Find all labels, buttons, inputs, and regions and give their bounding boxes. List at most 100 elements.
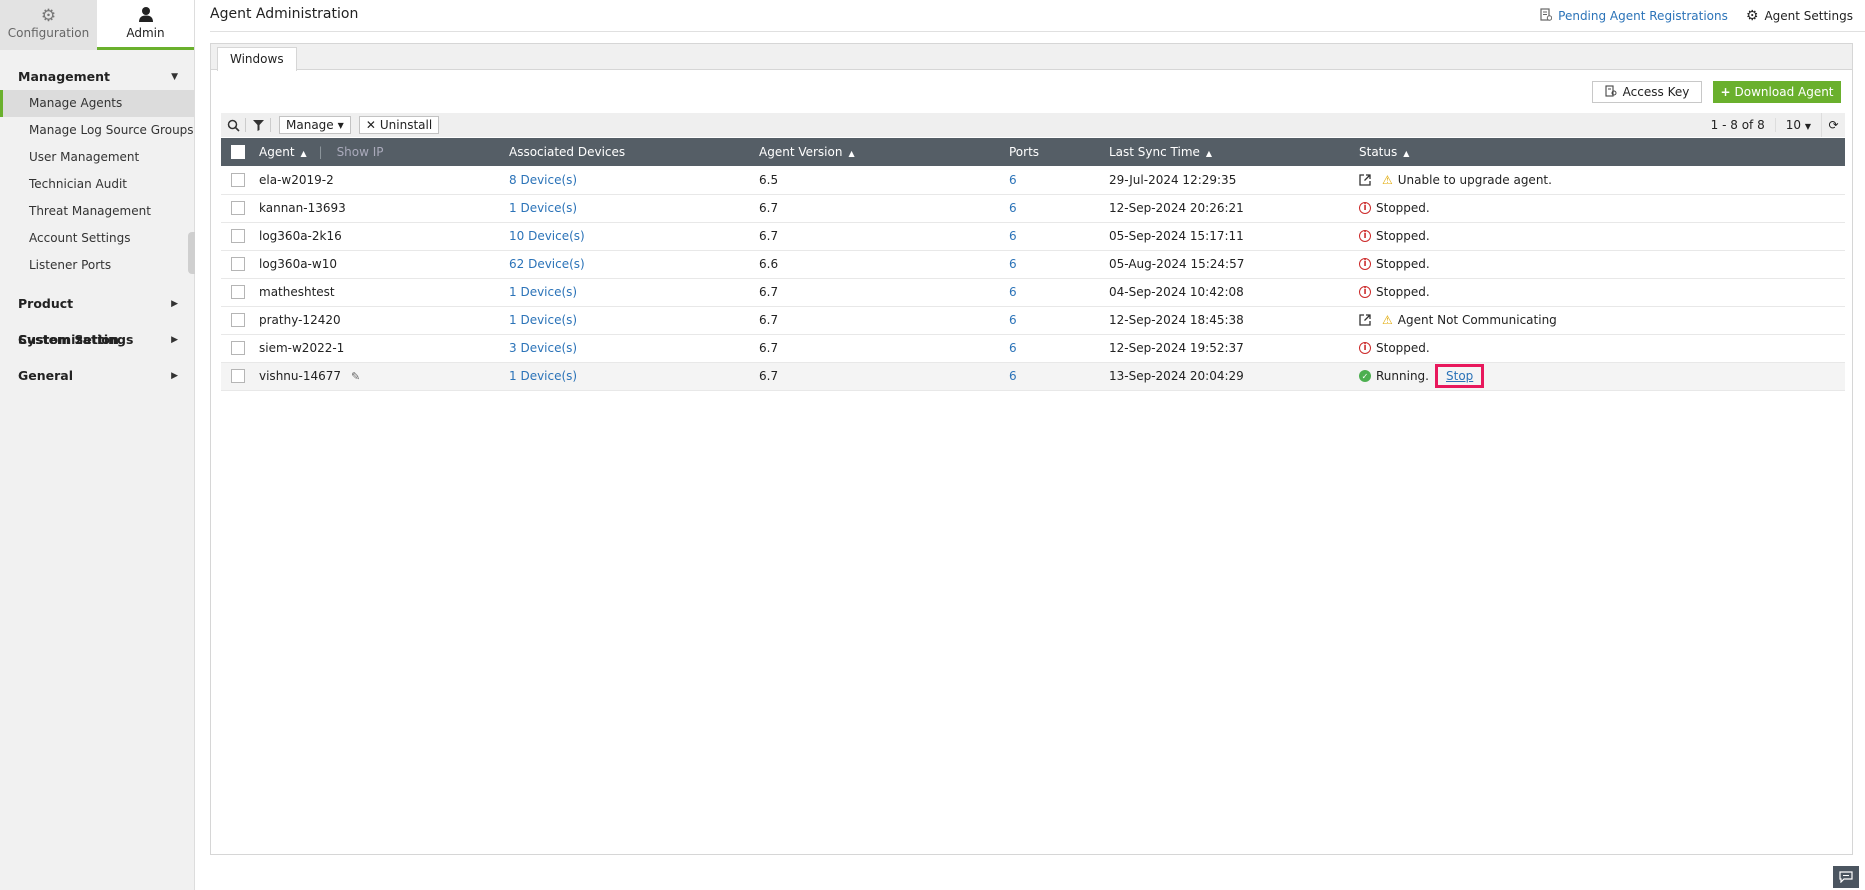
row-checkbox[interactable] — [231, 229, 245, 243]
show-ip-toggle[interactable]: | Show IP — [319, 145, 384, 159]
nav-section-system-settings-label: System Settings — [18, 332, 134, 347]
ports-link[interactable]: 6 — [1009, 201, 1017, 215]
caret-down-icon: ▼ — [337, 120, 344, 130]
edit-pencil-icon[interactable]: ✎ — [351, 370, 360, 383]
search-icon[interactable] — [221, 113, 245, 137]
table-row: log360a-2k16 10 Device(s) 6.7 6 05-Sep-2… — [221, 222, 1845, 250]
associated-devices-link[interactable]: 1 Device(s) — [509, 285, 577, 299]
content-panel: Windows Access Key + Download Agent Mana… — [210, 43, 1853, 855]
sidebar-item-account-settings[interactable]: Account Settings — [0, 225, 194, 252]
check-circle-icon: ✓ — [1359, 370, 1371, 382]
sidebar-item-manage-log-source-groups[interactable]: Manage Log Source Groups — [0, 117, 194, 144]
status-cell: ⚠ Unable to upgrade agent. — [1359, 173, 1845, 187]
row-checkbox[interactable] — [231, 369, 245, 383]
close-icon: ✕ — [365, 118, 376, 132]
col-last-sync-time[interactable]: Last Sync Time ▲ — [1109, 138, 1359, 166]
agent-name: ela-w2019-2 — [259, 172, 334, 187]
tab-configuration-label: Configuration — [7, 26, 90, 40]
row-checkbox[interactable] — [231, 172, 245, 187]
associated-devices-link[interactable]: 62 Device(s) — [509, 257, 585, 271]
refresh-icon[interactable]: ⟳ — [1821, 113, 1845, 137]
status-cell: i Stopped. — [1359, 201, 1845, 215]
col-status-label: Status — [1359, 145, 1398, 159]
table-toolbar: Manage ▼ ✕ Uninstall 1 - 8 of 8 10 ▼ ⟳ — [221, 113, 1845, 137]
associated-devices-link[interactable]: 10 Device(s) — [509, 229, 585, 243]
ports-link[interactable]: 6 — [1009, 285, 1017, 299]
external-link-icon[interactable] — [1359, 314, 1371, 326]
sidebar-collapse-handle[interactable] — [188, 232, 195, 274]
info-error-icon: i — [1359, 286, 1371, 298]
agent-version: 6.7 — [759, 341, 779, 355]
col-agent[interactable]: Agent ▲ | Show IP — [259, 138, 509, 166]
associated-devices-link[interactable]: 8 Device(s) — [509, 173, 577, 187]
table-header-row: Agent ▲ | Show IP Associated Devices Agent… — [221, 138, 1845, 166]
sidebar-item-technician-audit[interactable]: Technician Audit — [0, 171, 194, 198]
col-status[interactable]: Status ▲ — [1359, 138, 1845, 166]
agent-version: 6.5 — [759, 172, 779, 187]
ports-link[interactable]: 6 — [1009, 229, 1017, 243]
nav-section-general[interactable]: General ▶ — [0, 358, 194, 394]
tab-windows[interactable]: Windows — [217, 47, 297, 71]
nav-section-management-label: Management — [18, 69, 111, 84]
ports-link[interactable]: 6 — [1009, 341, 1017, 355]
pending-agent-registrations-link[interactable]: Pending Agent Registrations — [1540, 8, 1728, 24]
filter-icon[interactable] — [246, 113, 270, 137]
sidebar-item-user-management[interactable]: User Management — [0, 144, 194, 171]
agent-version: 6.7 — [759, 201, 779, 215]
registration-doc-icon — [1540, 8, 1553, 24]
agents-table: Agent ▲ | Show IP Associated Devices Agent… — [221, 138, 1845, 391]
col-agent-label: Agent — [259, 145, 295, 159]
last-sync-time: 05-Sep-2024 15:17:11 — [1109, 229, 1244, 243]
nav-section-management[interactable]: Management ▼ — [0, 64, 194, 90]
chat-icon[interactable] — [1833, 866, 1859, 888]
agent-name: matheshtest — [259, 285, 335, 299]
agent-name: kannan-13693 — [259, 201, 346, 215]
row-checkbox[interactable] — [231, 341, 245, 355]
nav-section-product-customization[interactable]: Product Customization ▶ — [0, 286, 194, 347]
associated-devices-link[interactable]: 3 Device(s) — [509, 341, 577, 355]
caret-down-icon: ▼ — [1804, 122, 1811, 131]
access-key-label: Access Key — [1622, 85, 1690, 99]
sort-asc-icon: ▲ — [1205, 149, 1213, 158]
col-associated-devices[interactable]: Associated Devices — [509, 138, 759, 166]
tab-admin[interactable]: Admin — [97, 0, 194, 50]
page-size-select[interactable]: 10 ▼ — [1774, 118, 1821, 132]
status-text: Running. — [1376, 369, 1429, 383]
status-text: Unable to upgrade agent. — [1397, 172, 1552, 187]
tab-configuration[interactable]: ⚙ Configuration — [0, 0, 97, 50]
agent-settings-link[interactable]: ⚙ Agent Settings — [1746, 8, 1853, 24]
sidebar-item-threat-management[interactable]: Threat Management — [0, 198, 194, 225]
ports-link[interactable]: 6 — [1009, 313, 1017, 327]
stop-agent-link[interactable]: Stop — [1434, 364, 1485, 388]
download-agent-button[interactable]: + Download Agent — [1713, 81, 1841, 103]
col-agent-version[interactable]: Agent Version ▲ — [759, 138, 1009, 166]
select-all-checkbox[interactable] — [231, 145, 245, 159]
ports-link[interactable]: 6 — [1009, 369, 1017, 383]
uninstall-button[interactable]: ✕ Uninstall — [358, 116, 440, 134]
row-checkbox[interactable] — [231, 257, 245, 271]
ports-link[interactable]: 6 — [1009, 257, 1017, 271]
last-sync-time: 12-Sep-2024 19:52:37 — [1109, 341, 1244, 355]
sidebar-item-manage-agents[interactable]: Manage Agents — [0, 90, 194, 117]
row-checkbox[interactable] — [231, 201, 245, 215]
table-row: prathy-12420 1 Device(s) 6.7 6 12-Sep-20… — [221, 306, 1845, 334]
associated-devices-link[interactable]: 1 Device(s) — [509, 369, 577, 383]
external-link-icon[interactable] — [1359, 174, 1371, 186]
row-checkbox[interactable] — [231, 285, 245, 299]
agent-name: log360a-w10 — [259, 257, 337, 271]
sidebar-item-listener-ports[interactable]: Listener Ports — [0, 252, 194, 279]
row-checkbox[interactable] — [231, 313, 245, 327]
status-text: Stopped. — [1376, 229, 1430, 243]
manage-dropdown[interactable]: Manage ▼ — [279, 116, 351, 134]
table-row: matheshtest 1 Device(s) 6.7 6 04-Sep-202… — [221, 278, 1845, 306]
associated-devices-link[interactable]: 1 Device(s) — [509, 313, 577, 327]
col-ports[interactable]: Ports — [1009, 138, 1109, 166]
access-key-button[interactable]: Access Key — [1592, 81, 1702, 103]
key-doc-icon — [1605, 84, 1617, 100]
info-error-icon: i — [1359, 342, 1371, 354]
ports-link[interactable]: 6 — [1009, 173, 1017, 187]
os-tabs: Windows — [211, 44, 1852, 71]
nav-section-system-settings[interactable]: System Settings ▶ — [0, 322, 194, 358]
associated-devices-link[interactable]: 1 Device(s) — [509, 201, 577, 215]
pagination: 1 - 8 of 8 10 ▼ ⟳ — [1701, 113, 1845, 137]
